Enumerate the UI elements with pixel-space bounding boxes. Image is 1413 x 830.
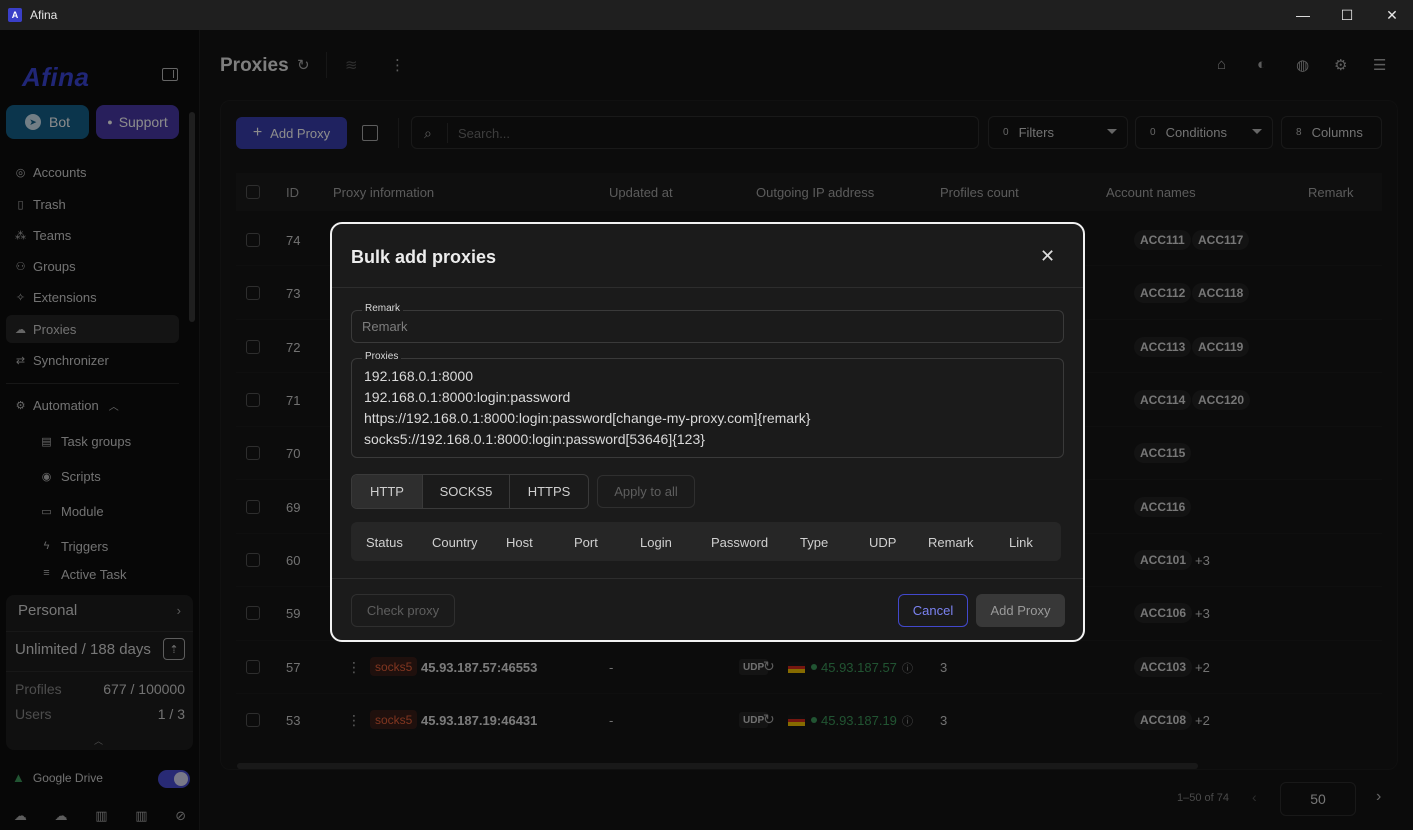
cancel-button[interactable]: Cancel xyxy=(898,594,968,627)
remark-placeholder: Remark xyxy=(362,319,408,334)
dialog-title: Bulk add proxies xyxy=(351,247,497,267)
check-proxy-button[interactable]: Check proxy xyxy=(351,594,455,627)
close-icon[interactable]: ✕ xyxy=(1040,246,1055,267)
col-status: Status xyxy=(366,535,403,550)
remark-label: Remark xyxy=(362,303,404,314)
apply-to-all-button[interactable]: Apply to all xyxy=(597,475,695,508)
type-http-button[interactable]: HTTP xyxy=(352,475,423,508)
col-remark: Remark xyxy=(928,535,974,550)
bulk-add-proxies-dialog: Bulk add proxies ✕ Remark Remark Proxies… xyxy=(330,222,1085,642)
minimize-icon[interactable]: — xyxy=(1280,0,1326,30)
maximize-icon[interactable]: ☐ xyxy=(1324,0,1370,30)
col-host: Host xyxy=(506,535,533,550)
add-proxy-submit-button[interactable]: Add Proxy xyxy=(976,594,1065,627)
close-window-icon[interactable]: ✕ xyxy=(1369,0,1413,30)
proxy-line: 192.168.0.1:8000 xyxy=(364,368,473,384)
remark-field[interactable]: Remark Remark xyxy=(351,303,1064,343)
col-password: Password xyxy=(711,535,769,550)
type-https-button[interactable]: HTTPS xyxy=(510,475,588,508)
proxy-type-selector: HTTP SOCKS5 HTTPS xyxy=(351,474,589,509)
col-login: Login xyxy=(640,535,672,550)
title-bar: A Afina — ☐ ✕ xyxy=(0,0,1413,30)
col-port: Port xyxy=(574,535,598,550)
col-link: Link xyxy=(1009,535,1033,550)
proxies-textarea[interactable]: Proxies 192.168.0.1:8000 192.168.0.1:800… xyxy=(351,351,1064,458)
window-title: Afina xyxy=(30,8,58,22)
type-socks5-button[interactable]: SOCKS5 xyxy=(423,475,510,508)
col-udp: UDP xyxy=(869,535,897,550)
proxy-line: https://192.168.0.1:8000:login:password[… xyxy=(364,410,811,426)
proxy-line: socks5://192.168.0.1:8000:login:password… xyxy=(364,431,705,447)
col-type: Type xyxy=(800,535,829,550)
app-logo-icon: A xyxy=(8,8,22,22)
proxy-line: 192.168.0.1:8000:login:password xyxy=(364,389,571,405)
proxies-label: Proxies xyxy=(362,351,402,362)
col-country: Country xyxy=(432,535,478,550)
